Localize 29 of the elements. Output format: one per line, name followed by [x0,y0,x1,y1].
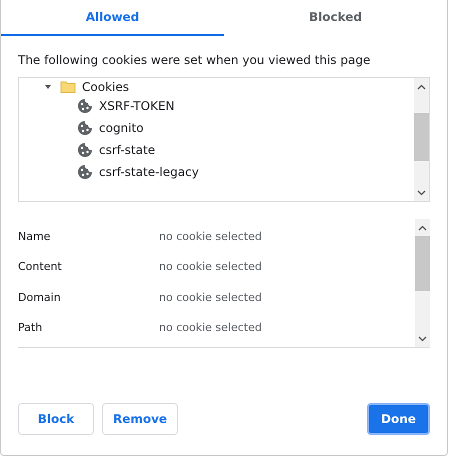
tree-item[interactable]: csrf-state [99,143,156,157]
tree-item[interactable]: cognito [99,121,144,135]
scroll-up-icon[interactable] [418,225,427,231]
cookie-icon [77,98,93,114]
field-value: no cookie selected [159,230,262,243]
scroll-down-icon[interactable] [418,336,427,342]
scroll-up-icon[interactable] [417,84,426,90]
dialog-button[interactable]: Remove [102,403,178,435]
cookie-icon [77,164,93,180]
scrollbar[interactable] [415,219,430,347]
scroll-down-icon[interactable] [417,190,426,196]
description-text: The following cookies were set when you viewed this page [18,53,372,67]
dialog-button[interactable]: Block [18,403,94,435]
caret-icon[interactable] [44,82,52,90]
tree-item[interactable]: XSRF-TOKEN [99,99,175,113]
field-value: no cookie selected [159,260,262,274]
field-label: Path [18,321,44,334]
dialog-button[interactable]: Done [367,403,430,435]
scrollbar[interactable] [414,78,429,201]
cookie-icon [77,142,93,158]
field-label: Content [18,260,63,274]
tree-item[interactable]: Cookies [82,80,129,94]
field-label: Domain [18,290,62,304]
field-value: no cookie selected [159,290,262,304]
folder-icon [60,80,76,93]
field-value: no cookie selected [159,321,262,334]
tree-item[interactable]: csrf-state-legacy [99,165,199,179]
cookie-icon [77,120,93,136]
field-label: Name [18,230,52,243]
